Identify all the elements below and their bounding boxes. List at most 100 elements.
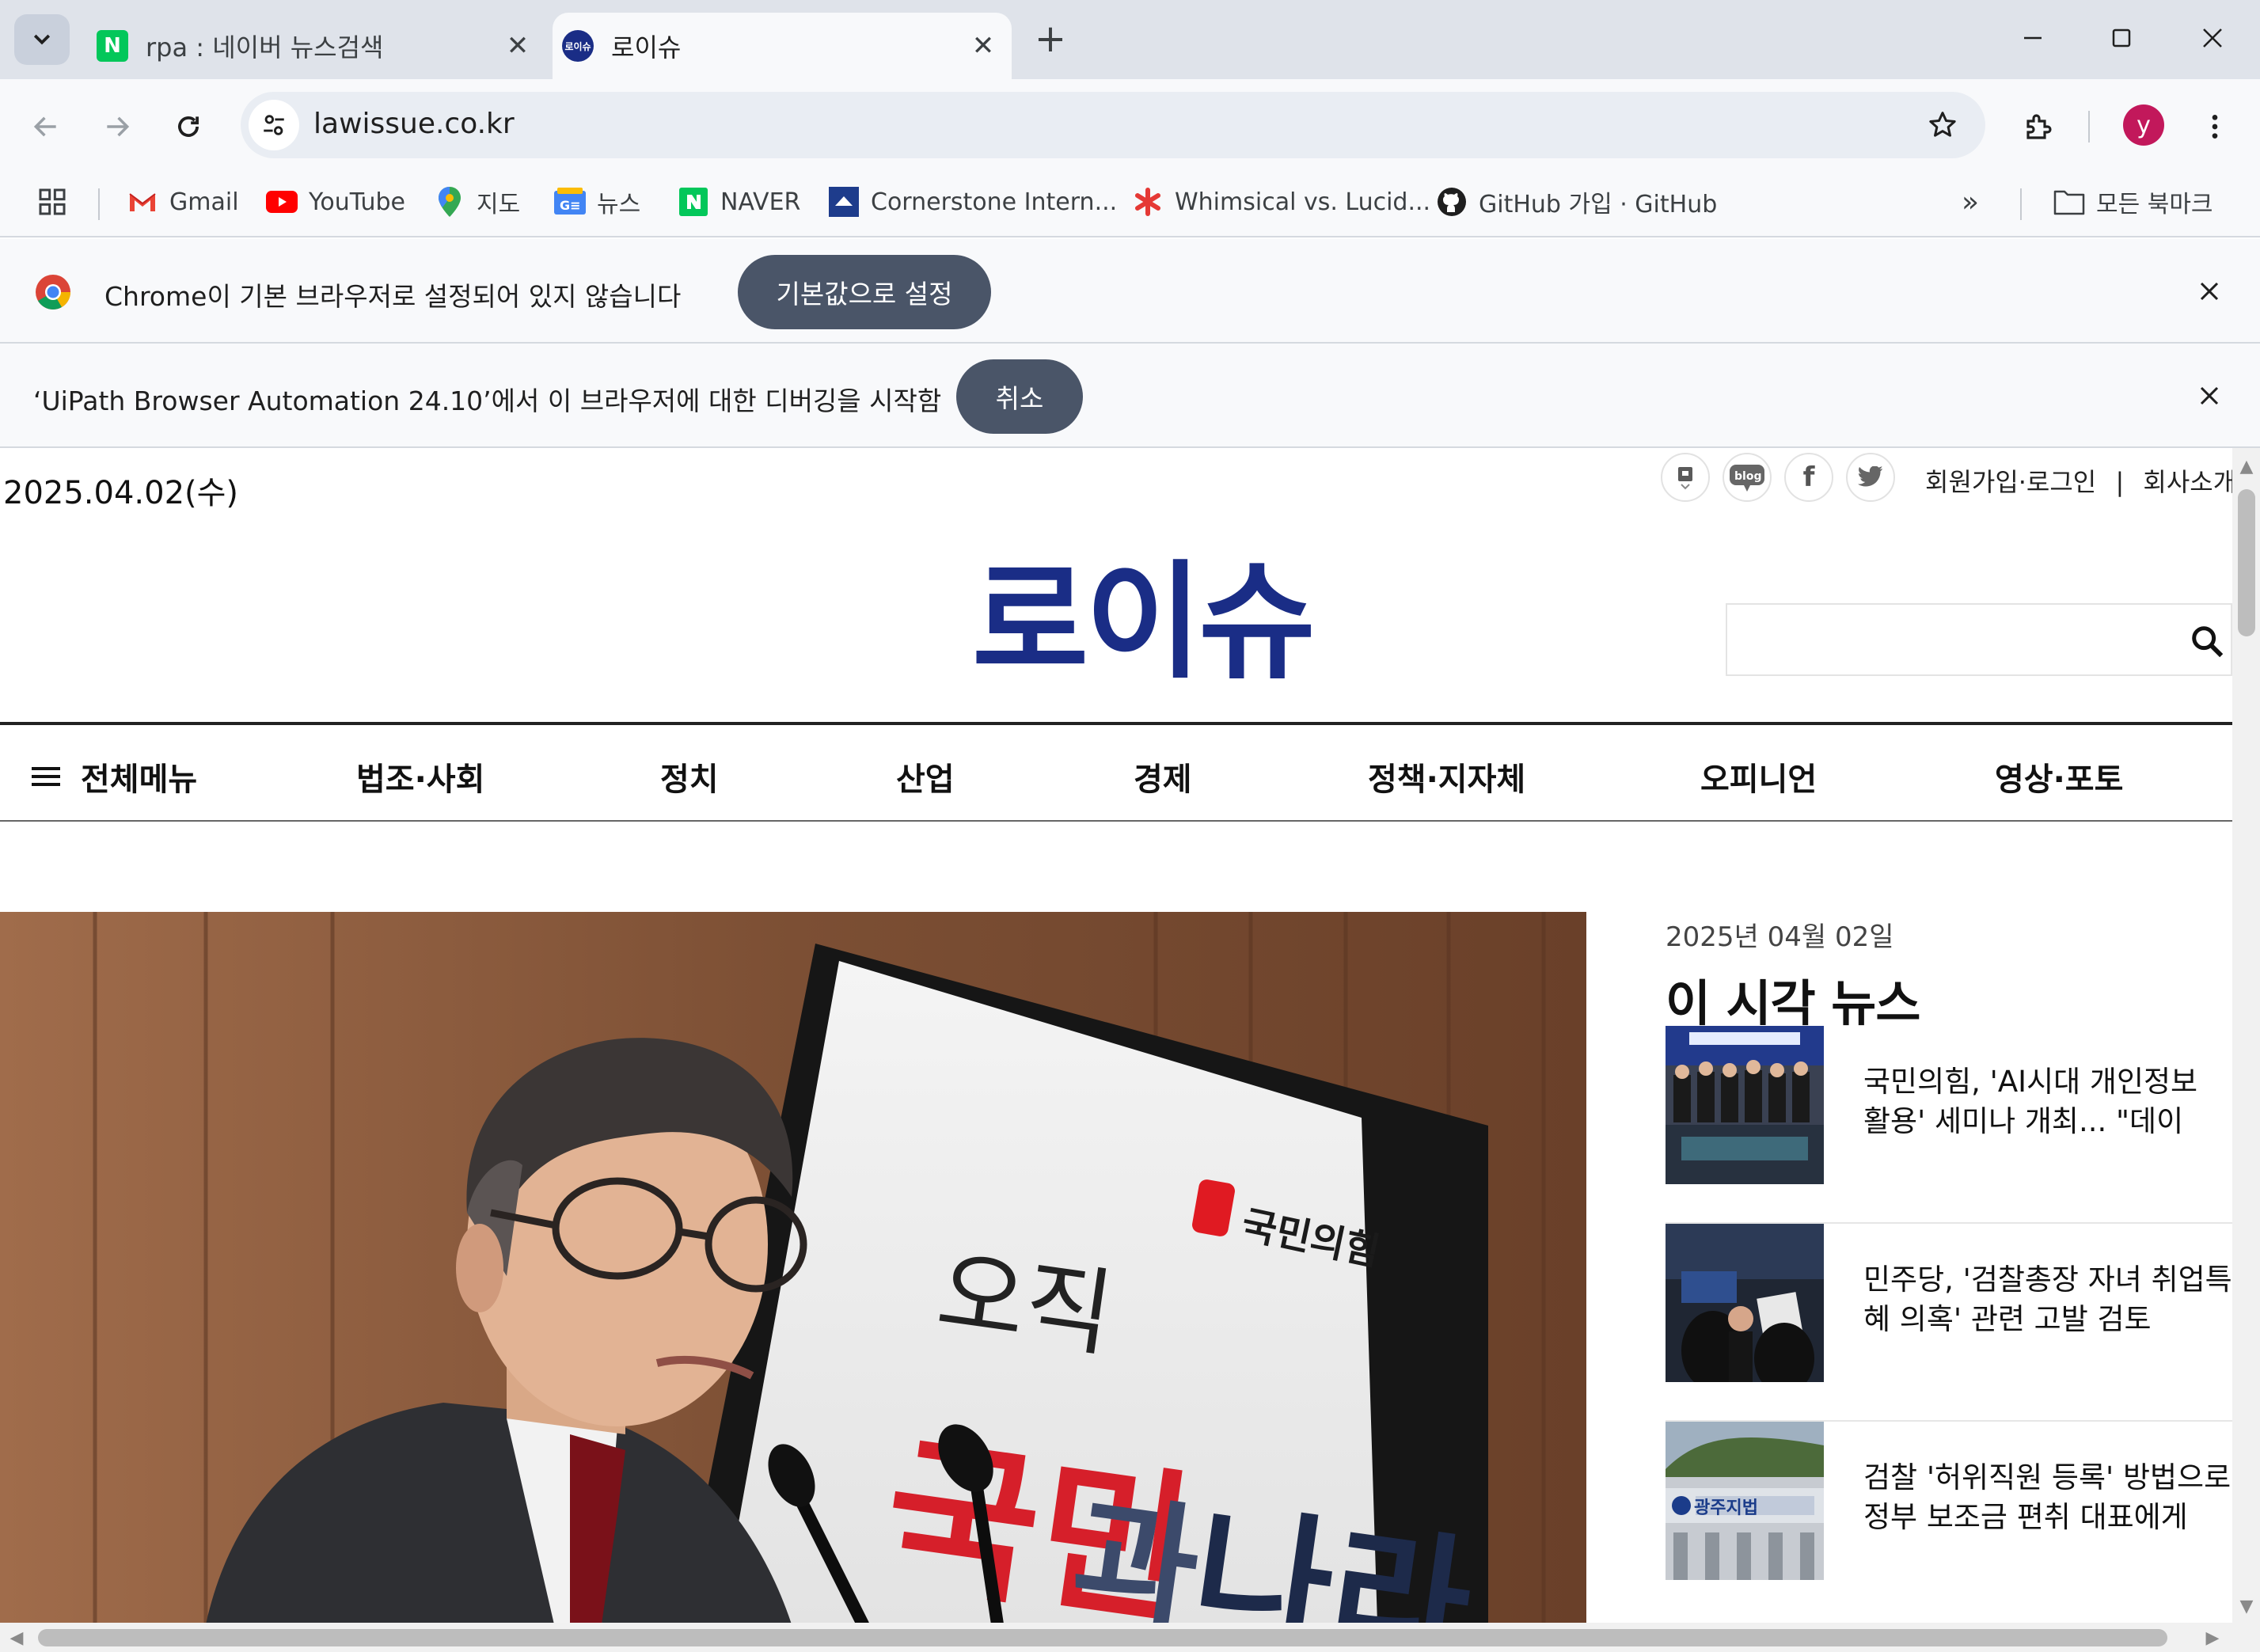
hamburger-icon <box>32 767 60 786</box>
puzzle-icon <box>2026 114 2052 139</box>
search-input[interactable] <box>1735 613 2163 668</box>
bookmark-label: GitHub 가입 · GitHub <box>1479 191 1718 218</box>
bookmark-maps[interactable]: 지도 <box>434 182 520 222</box>
facebook-icon: f <box>1802 461 1815 493</box>
close-window-button[interactable] <box>2181 13 2244 63</box>
debugging-infobar: ‘UiPath Browser Automation 24.10’에서 이 브라… <box>0 344 2260 448</box>
hero-image: 국민의힘 오직 국민 과 나라 <box>0 912 1586 1623</box>
apps-button[interactable] <box>36 182 68 222</box>
scroll-down-arrow-icon[interactable]: ▼ <box>2235 1594 2258 1618</box>
bookmark-whimsical[interactable]: Whimsical vs. Lucid... <box>1132 182 1430 222</box>
tab-lawissue[interactable]: 로이슈 로이슈 ✕ <box>553 13 1012 79</box>
top-links-separator: | <box>2115 467 2125 497</box>
hero-photo[interactable]: 국민의힘 오직 국민 과 나라 <box>0 912 1586 1623</box>
infobar-close-button[interactable] <box>2190 272 2228 310</box>
bookmark-youtube[interactable]: YouTube <box>266 182 405 222</box>
main-navigation: 전체메뉴 법조·사회 정치 산업 경제 정책·지자체 오피니언 영상·포토 <box>0 722 2232 822</box>
all-bookmarks-folder[interactable]: 모든 북마크 <box>2053 182 2213 222</box>
vertical-scroll-thumb[interactable] <box>2238 489 2255 636</box>
bookmarks-overflow-button[interactable]: » <box>1962 182 1979 222</box>
about-link[interactable]: 회사소개 <box>2143 467 2232 497</box>
blog-icon: blog <box>1730 465 1764 492</box>
bookmark-label: Whimsical vs. Lucid... <box>1175 188 1431 216</box>
horizontal-scrollbar[interactable]: ◀ ▶ <box>0 1623 2260 1652</box>
infobar-message: ‘UiPath Browser Automation 24.10’에서 이 브라… <box>33 385 942 416</box>
naver-favicon-icon: N <box>97 30 128 62</box>
infobar-close-button[interactable] <box>2190 377 2228 415</box>
news-icon: G≡ <box>554 186 586 218</box>
sidebar-date: 2025년 04월 02일 <box>1666 921 1894 953</box>
url-text[interactable]: lawissue.co.kr <box>313 108 515 140</box>
news-item[interactable]: 국민의힘, 'AI시대 개인정보 활용' 세미나 개최... "데이터... <box>1666 1026 2232 1224</box>
nav-video-photo[interactable]: 영상·포토 <box>1995 754 2123 799</box>
vertical-scrollbar[interactable]: ▲ ▼ <box>2232 448 2260 1623</box>
nav-industry[interactable]: 산업 <box>896 754 955 799</box>
scroll-up-arrow-icon[interactable]: ▲ <box>2235 454 2258 478</box>
lawissue-favicon-icon: 로이슈 <box>562 30 594 62</box>
forward-button[interactable] <box>92 101 142 152</box>
scroll-left-arrow-icon[interactable]: ◀ <box>5 1626 28 1650</box>
nav-economy[interactable]: 경제 <box>1134 754 1192 799</box>
cancel-debugging-button[interactable]: 취소 <box>956 359 1083 434</box>
nav-policy-local[interactable]: 정책·지자체 <box>1368 754 1525 799</box>
bookmark-cornerstone[interactable]: Cornerstone Intern... <box>828 182 1117 222</box>
set-default-button[interactable]: 기본값으로 설정 <box>738 255 991 329</box>
chrome-menu-button[interactable] <box>2191 103 2239 150</box>
sns-facebook-link[interactable]: f <box>1784 453 1833 502</box>
minimize-button[interactable] <box>2001 13 2064 63</box>
address-bar[interactable]: lawissue.co.kr <box>241 92 1985 158</box>
nav-law-society[interactable]: 법조·사회 <box>356 754 484 799</box>
chevron-down-icon <box>33 34 51 45</box>
nav-politics[interactable]: 정치 <box>660 754 719 799</box>
scroll-right-arrow-icon[interactable]: ▶ <box>2201 1626 2224 1650</box>
bookmark-naver[interactable]: NAVER <box>678 182 800 222</box>
news-item[interactable]: 민주당, '검찰총장 자녀 취업특혜 의혹' 관련 고발 검토 <box>1666 1224 2232 1422</box>
bookmark-github[interactable]: GitHub 가입 · GitHub <box>1436 182 1717 222</box>
seminar-thumbnail-image <box>1666 1026 1824 1184</box>
news-thumbnail[interactable] <box>1666 1026 1824 1184</box>
news-thumbnail[interactable]: 광주지법 <box>1666 1422 1824 1580</box>
site-info-button[interactable] <box>249 100 299 150</box>
web-page: 2025.04.02(수) blog f 회원가입·로그인 | 회사소개 로이슈… <box>0 448 2232 1623</box>
twitter-icon <box>1858 466 1882 487</box>
all-bookmarks-label: 모든 북마크 <box>2096 191 2213 218</box>
news-thumbnail[interactable] <box>1666 1224 1824 1382</box>
reload-button[interactable] <box>163 101 214 152</box>
infobar-message: Chrome이 기본 브라우저로 설정되어 있지 않습니다 <box>104 281 682 312</box>
bookmark-label: 지도 <box>477 191 521 218</box>
search-button[interactable] <box>2183 617 2231 665</box>
more-vert-icon <box>2212 115 2218 139</box>
close-icon <box>2203 28 2222 47</box>
bookmark-news[interactable]: G≡ 뉴스 <box>554 182 640 222</box>
news-headline[interactable]: 국민의힘, 'AI시대 개인정보 활용' 세미나 개최... "데이터... <box>1863 1062 2232 1141</box>
nav-opinion[interactable]: 오피니언 <box>1700 754 1817 799</box>
news-headline[interactable]: 민주당, '검찰총장 자녀 취업특혜 의혹' 관련 고발 검토 <box>1863 1260 2232 1339</box>
extensions-button[interactable] <box>2015 103 2063 150</box>
latest-news-sidebar: 2025년 04월 02일 이 시각 뉴스 국민의힘, 'AI시대 개인정보 활… <box>1666 915 2232 1580</box>
sns-twitter-link[interactable] <box>1846 453 1895 502</box>
back-button[interactable] <box>21 101 71 152</box>
tab-search-button[interactable] <box>14 14 70 65</box>
star-icon <box>1929 112 1956 137</box>
tab-close-icon[interactable]: ✕ <box>500 28 535 63</box>
tab-naver-news[interactable]: N rpa : 네이버 뉴스검색 ✕ <box>87 13 546 79</box>
all-menu-button[interactable]: 전체메뉴 <box>32 754 197 799</box>
folder-icon <box>2053 186 2085 218</box>
bookmark-label: Gmail <box>169 188 239 216</box>
sns-blog-link[interactable]: blog <box>1723 453 1772 502</box>
tab-close-icon[interactable]: ✕ <box>966 28 1001 63</box>
bookmark-gmail[interactable]: Gmail <box>127 182 239 222</box>
news-headline[interactable]: 검찰 '허위직원 등록' 방법으로 정부 보조금 편취 대표에게 징... <box>1863 1458 2232 1537</box>
cornerstone-icon <box>828 186 860 218</box>
news-item[interactable]: 광주지법 검찰 '허위직원 등록' 방법으로 정부 보조금 편취 대표에게 징.… <box>1666 1422 2232 1620</box>
new-tab-button[interactable]: + <box>1031 19 1070 59</box>
youtube-icon <box>266 186 298 218</box>
maximize-button[interactable] <box>2090 13 2153 63</box>
sns-news-link[interactable] <box>1661 453 1710 502</box>
horizontal-scroll-thumb[interactable] <box>38 1629 2167 1646</box>
profile-avatar[interactable]: y <box>2123 104 2164 146</box>
bookmark-star-button[interactable] <box>1922 104 1963 146</box>
login-link[interactable]: 회원가입·로그인 <box>1925 467 2096 497</box>
site-logo[interactable]: 로이슈 <box>972 519 1316 703</box>
close-icon <box>2200 282 2219 301</box>
